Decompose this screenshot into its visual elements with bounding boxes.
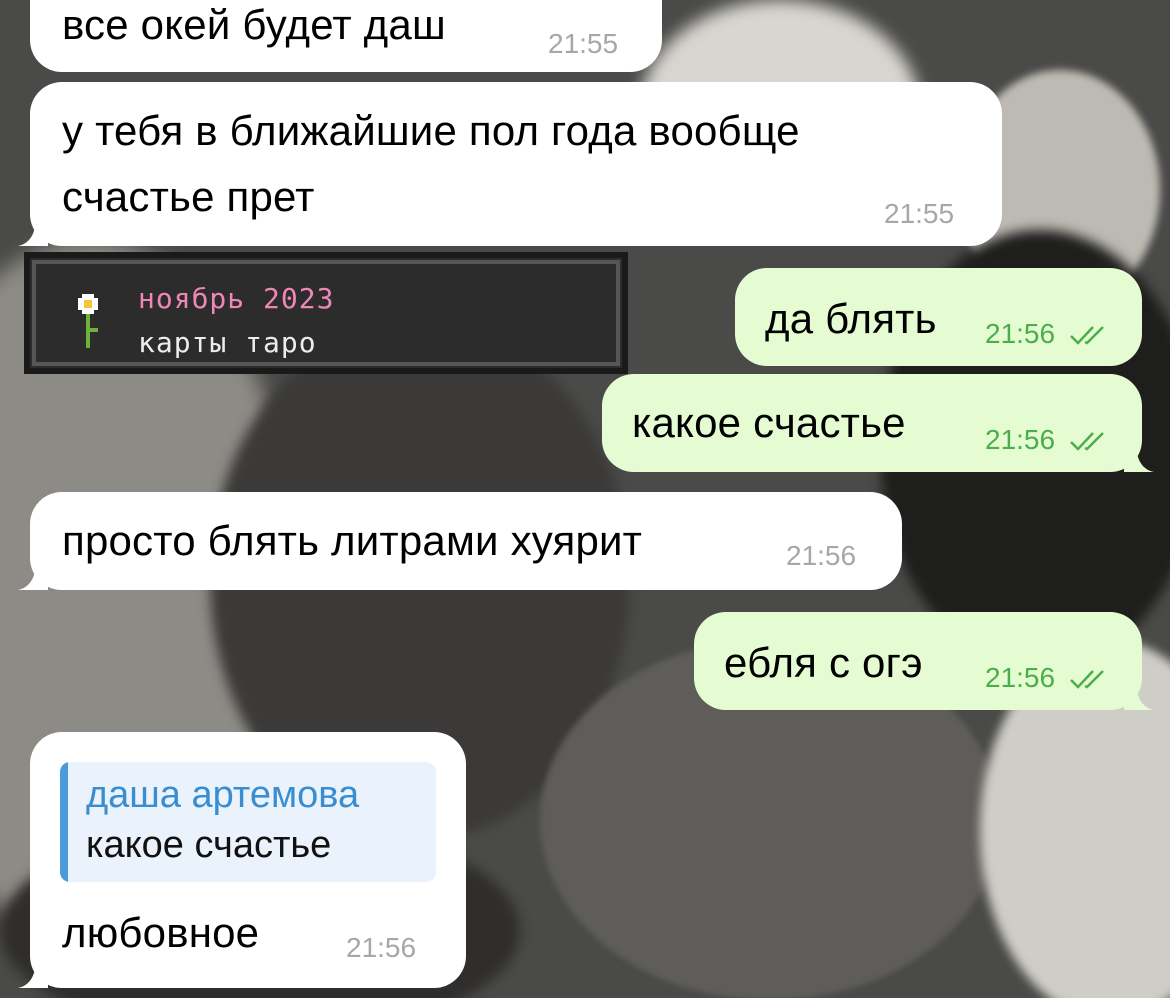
message-bubble-outgoing[interactable]: да блять 21:56 [735, 268, 1142, 366]
bubble-tail [18, 216, 48, 246]
bubble-tail [18, 958, 48, 988]
reply-author: даша артемова [86, 774, 360, 816]
reply-accent-bar [60, 762, 68, 882]
message-time: 21:56 [346, 932, 417, 963]
message-text: да блять [765, 295, 937, 342]
message-text: ебля с огэ [724, 639, 923, 686]
double-check-icon [1070, 670, 1104, 689]
message-time: 21:55 [548, 28, 619, 59]
message-time: 21:56 [985, 662, 1056, 693]
message-text: какое счастье [632, 399, 906, 446]
message-bubble-outgoing[interactable]: какое счастье 21:56 [602, 374, 1154, 472]
flower-icon [78, 294, 98, 348]
message-time: 21:56 [985, 424, 1056, 455]
double-check-icon [1070, 432, 1104, 451]
message-time: 21:56 [786, 540, 857, 571]
message-text: просто блять литрами хуярит [62, 517, 643, 564]
message-text: счастье прет [62, 173, 315, 220]
message-bubble-incoming-reply[interactable]: даша артемова какое счастье любовное 21:… [18, 732, 466, 988]
message-bubble-outgoing[interactable]: ебля с огэ 21:56 [694, 612, 1154, 710]
message-text: любовное [62, 909, 260, 956]
bubble-tail [1124, 442, 1154, 472]
message-time: 21:56 [985, 318, 1056, 349]
card-title: карты таро [138, 326, 317, 359]
message-bubble-incoming[interactable]: все окей будет даш 21:55 [30, 0, 662, 72]
message-text: у тебя в ближайшие пол года вообще [62, 107, 800, 154]
bubble-tail [1124, 680, 1154, 710]
bubble-tail [18, 560, 48, 590]
message-bubble-incoming[interactable]: у тебя в ближайшие пол года вообще счаст… [18, 82, 1002, 246]
message-bubble-incoming[interactable]: просто блять литрами хуярит 21:56 [18, 492, 902, 590]
double-check-icon [1070, 326, 1104, 345]
message-time: 21:55 [884, 198, 955, 229]
message-text: все окей будет даш [62, 1, 446, 48]
reply-preview[interactable]: даша артемова какое счастье [60, 762, 436, 882]
card-date: ноябрь 2023 [138, 282, 335, 315]
reply-quote: какое счастье [86, 824, 332, 866]
profile-card[interactable]: ноябрь 2023 карты таро [24, 252, 628, 374]
